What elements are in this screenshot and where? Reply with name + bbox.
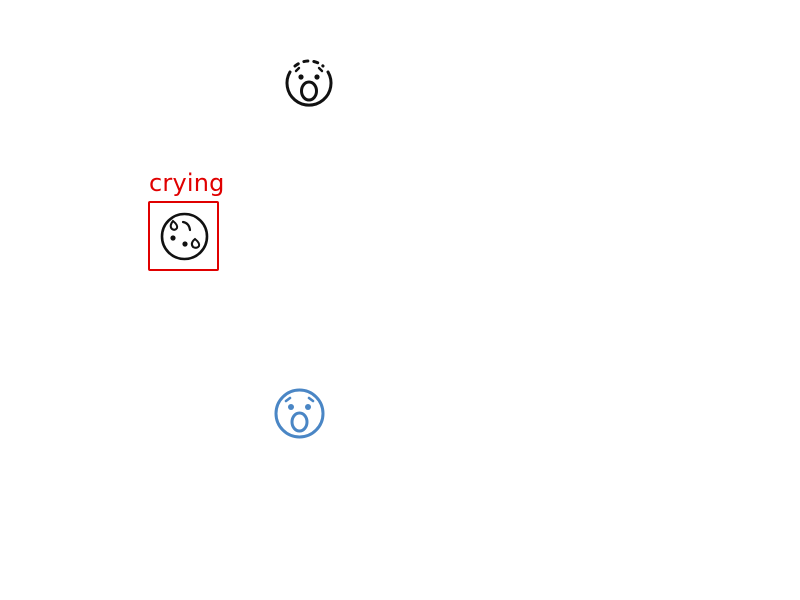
crying-face-icon[interactable]: [159, 211, 210, 262]
astonished-face-icon[interactable]: [273, 387, 326, 440]
astonished-face-icon[interactable]: [284, 58, 334, 108]
highlight-label: crying: [149, 169, 225, 197]
